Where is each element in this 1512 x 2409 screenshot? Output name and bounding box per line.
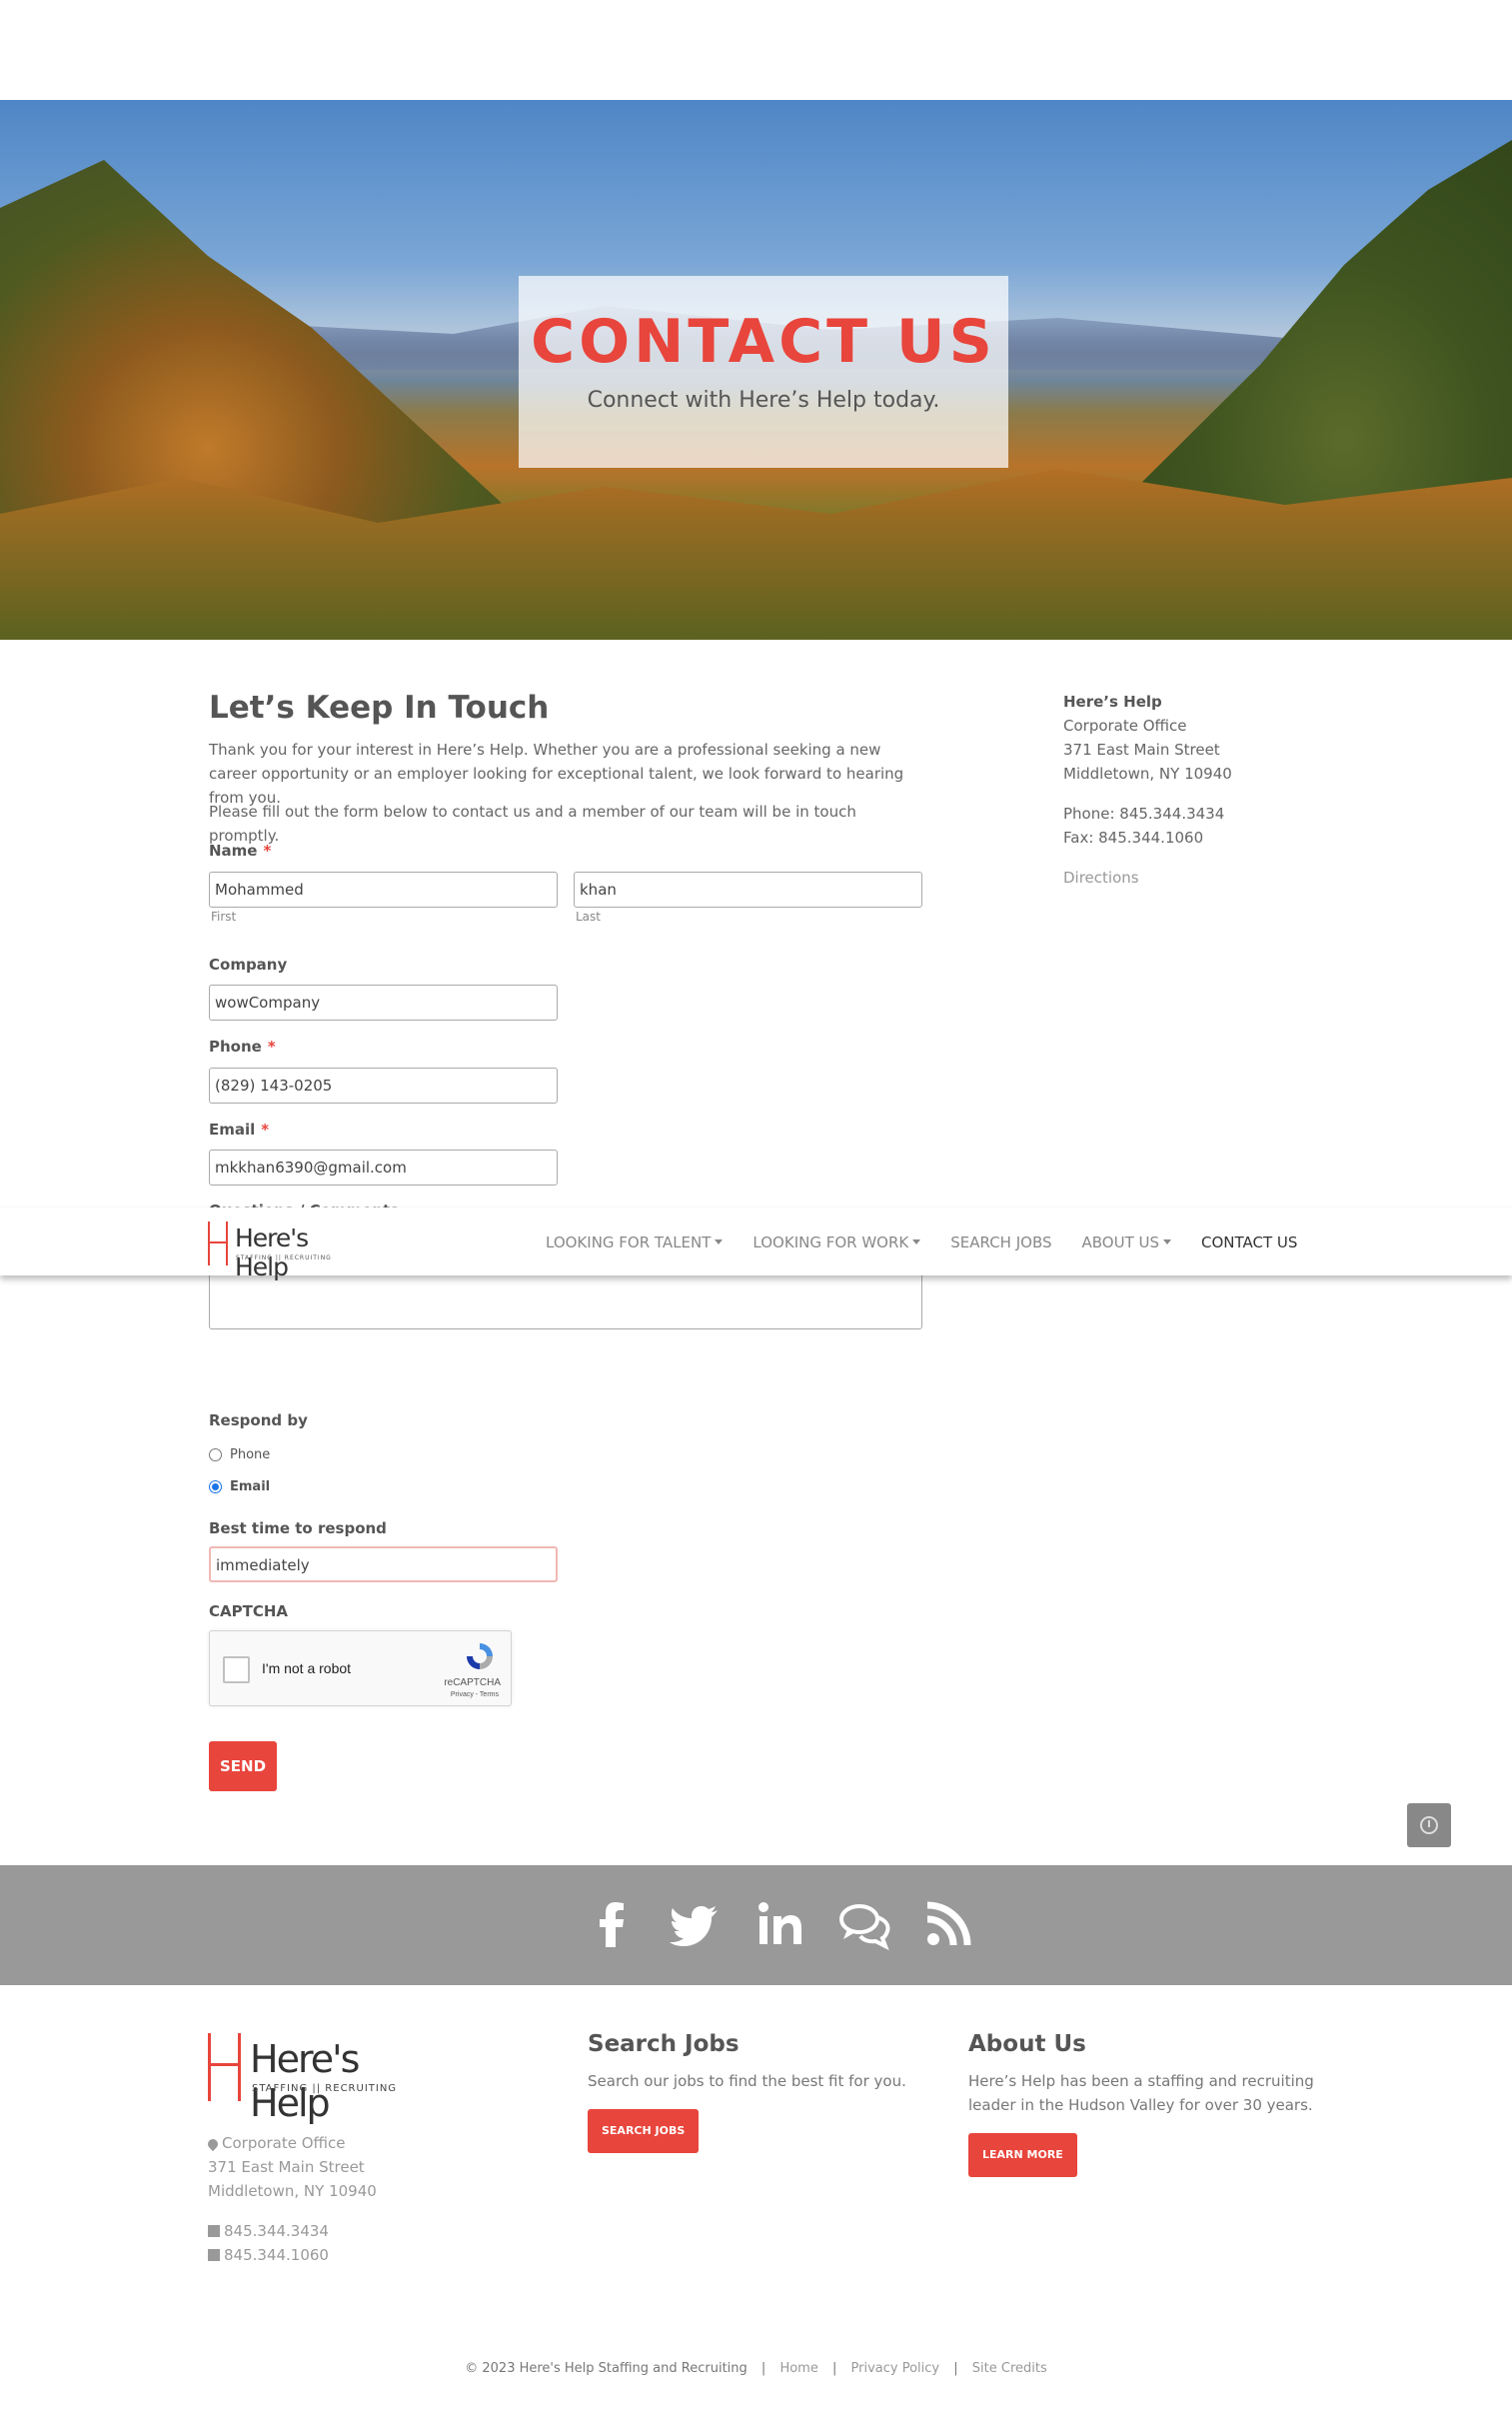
search-jobs-button[interactable]: SEARCH JOBS (588, 2109, 700, 2153)
page-subtitle: Connect with Here’s Help today. (587, 388, 940, 413)
nav-menu: LOOKING FOR TALENT LOOKING FOR WORK SEAR… (546, 1233, 1297, 1251)
footer-link-home[interactable]: Home (779, 2361, 817, 2376)
footer-logo-word: Here's Help (250, 2037, 360, 2125)
chevron-down-icon (715, 1239, 724, 1244)
hero-banner: CONTACT US Connect with Here’s Help toda… (0, 100, 1512, 640)
rss-icon[interactable] (921, 1897, 975, 1951)
facebook-icon[interactable] (586, 1897, 640, 1951)
first-name-input[interactable]: Mohammed (209, 872, 558, 908)
company-input[interactable]: wowCompany (209, 985, 558, 1021)
best-time-label: Best time to respond (209, 1519, 387, 1537)
respond-label: Respond by (209, 1411, 308, 1429)
map-pin-icon (205, 2136, 221, 2152)
company-label: Company (209, 956, 288, 974)
office-phone: Phone: 845.344.3434 (1063, 805, 1225, 823)
linkedin-icon[interactable] (754, 1897, 807, 1951)
scroll-top-button[interactable] (1407, 1803, 1451, 1847)
best-time-input[interactable]: immediately (209, 1546, 558, 1582)
nav-logo-word: Here's Help (235, 1223, 309, 1281)
footer-about-text: Here’s Help has been a staffing and recr… (968, 2072, 1314, 2114)
office-line3: Middletown, NY 10940 (1063, 765, 1232, 783)
twitter-icon[interactable] (670, 1897, 724, 1951)
office-line2: 371 East Main Street (1063, 741, 1220, 759)
copyright-text: © 2023 Here's Help Staffing and Recruiti… (465, 2361, 748, 2376)
radio-phone-label: Phone (230, 1447, 271, 1462)
office-name: Here’s Help (1063, 693, 1162, 711)
footer-link-credits[interactable]: Site Credits (972, 2361, 1047, 2376)
nav-logo[interactable]: Here's Help STAFFING || RECRUITING (208, 1221, 368, 1281)
section-heading: Let’s Keep In Touch (209, 690, 550, 726)
footer-search-heading: Search Jobs (588, 2031, 740, 2057)
office-fax: Fax: 845.344.1060 (1063, 829, 1204, 847)
office-address: Here’s Help Corporate Office 371 East Ma… (1063, 690, 1303, 890)
first-sublabel: First (211, 910, 237, 924)
nav-item-looking-for-talent[interactable]: LOOKING FOR TALENT (546, 1233, 724, 1251)
radio-email[interactable] (209, 1480, 222, 1493)
footer: Here's Help STAFFING || RECRUITING Corpo… (0, 1985, 1512, 2409)
chat-icon[interactable] (837, 1897, 891, 1951)
footer-search-text: Search our jobs to find the best fit for… (588, 2072, 906, 2090)
radio-email-label: Email (230, 1479, 271, 1494)
recaptcha-widget: I'm not a robot reCAPTCHA Privacy - Term… (209, 1630, 512, 1706)
email-input[interactable]: mkkhan6390@gmail.com (209, 1150, 558, 1186)
footer-fax: 845.344.1060 (224, 2246, 329, 2264)
recaptcha-checkbox[interactable] (223, 1656, 250, 1683)
intro-paragraph-2: Please fill out the form below to contac… (209, 803, 856, 845)
nav-item-looking-for-work[interactable]: LOOKING FOR WORK (753, 1233, 921, 1251)
nav-item-contact-us[interactable]: CONTACT US (1201, 1233, 1297, 1251)
learn-more-button[interactable]: LEARN MORE (968, 2133, 1077, 2177)
sticky-navbar: Here's Help STAFFING || RECRUITING LOOKI… (0, 1207, 1512, 1281)
captcha-label: CAPTCHA (209, 1602, 289, 1620)
chevron-down-icon (912, 1239, 921, 1244)
send-button[interactable]: SEND (209, 1741, 277, 1791)
name-label: Name * (209, 842, 272, 860)
phone-icon (208, 2225, 220, 2237)
fax-icon (208, 2249, 220, 2261)
nav-item-search-jobs[interactable]: SEARCH JOBS (950, 1233, 1051, 1251)
recaptcha-links[interactable]: Privacy - Terms (451, 1691, 499, 1698)
footer-phone[interactable]: 845.344.3434 (224, 2222, 329, 2240)
office-line1: Corporate Office (1063, 717, 1187, 735)
last-sublabel: Last (576, 910, 601, 924)
respond-option-phone[interactable]: Phone (209, 1447, 270, 1462)
power-icon (1420, 1816, 1438, 1834)
footer-logo[interactable]: Here's Help STAFFING || RECRUITING (208, 2033, 438, 2125)
footer-link-privacy[interactable]: Privacy Policy (851, 2361, 940, 2376)
last-name-input[interactable]: khan (574, 872, 922, 908)
footer-about-heading: About Us (968, 2031, 1086, 2057)
recaptcha-logo-icon (467, 1643, 493, 1669)
email-label: Email * (209, 1121, 270, 1139)
directions-link[interactable]: Directions (1063, 866, 1303, 890)
nav-item-about-us[interactable]: ABOUT US (1082, 1233, 1172, 1251)
footer-address: Corporate Office 371 East Main Street Mi… (205, 2131, 377, 2267)
hero-title-box: CONTACT US Connect with Here’s Help toda… (519, 276, 1008, 468)
page-title: CONTACT US (531, 307, 996, 377)
footer-logo-tag: STAFFING || RECRUITING (252, 2083, 398, 2094)
copyright-bar: © 2023 Here's Help Staffing and Recruiti… (465, 2361, 1047, 2376)
chevron-down-icon (1163, 1239, 1172, 1244)
radio-phone[interactable] (209, 1448, 222, 1461)
phone-input[interactable]: (829) 143-0205 (209, 1068, 558, 1104)
respond-option-email[interactable]: Email (209, 1479, 270, 1494)
nav-logo-tag: STAFFING || RECRUITING (236, 1254, 332, 1261)
social-bar (0, 1865, 1512, 1985)
recaptcha-text: I'm not a robot (262, 1660, 352, 1676)
recaptcha-brand: reCAPTCHA (444, 1677, 501, 1688)
phone-label: Phone * (209, 1038, 276, 1056)
